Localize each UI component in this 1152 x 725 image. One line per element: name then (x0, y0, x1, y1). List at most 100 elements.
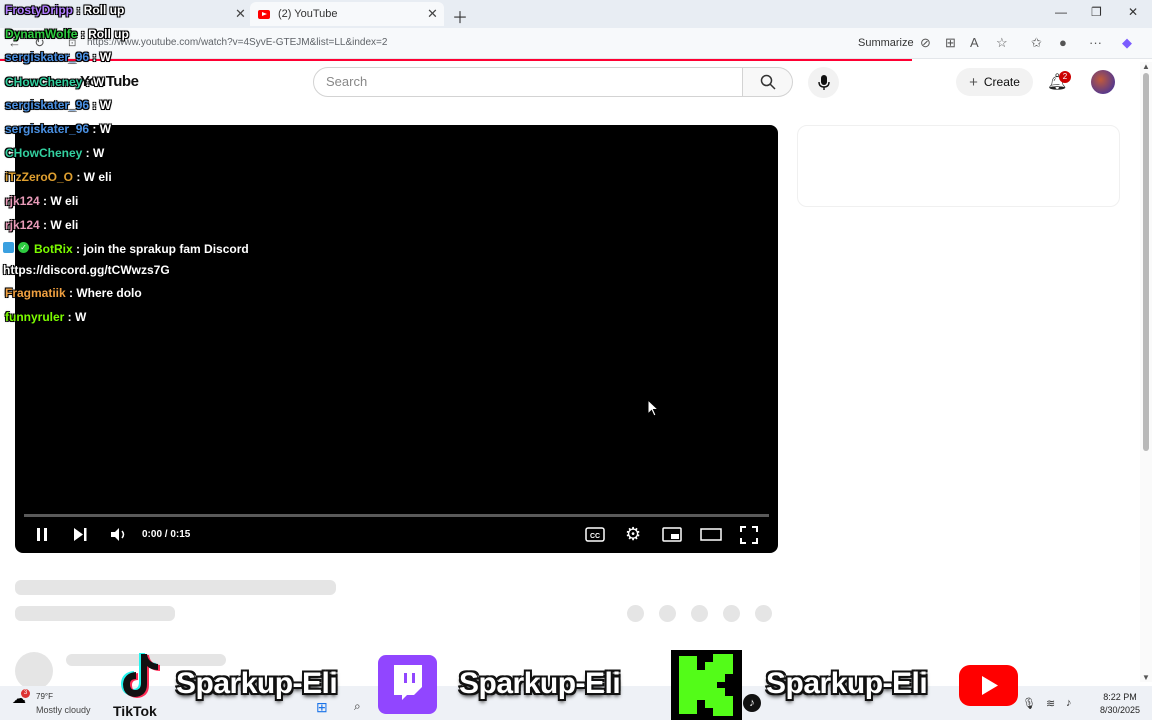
more-menu-icon[interactable]: ··· (1089, 35, 1102, 50)
action-skeleton (723, 605, 740, 622)
action-skeleton (659, 605, 676, 622)
chat-username: funnyruler (5, 310, 65, 324)
close-tab-icon[interactable]: ✕ (427, 6, 438, 22)
chat-username: rjk124 (5, 194, 40, 208)
title-skeleton (15, 580, 336, 595)
verified-check-icon: ✓ (18, 242, 29, 253)
kick-logo-icon (671, 650, 742, 720)
minimize-icon[interactable]: — (1055, 5, 1067, 19)
reading-mode-icon[interactable]: ⊘ (920, 35, 931, 51)
volume-icon[interactable] (110, 527, 128, 542)
chat-username: CHowCheney (5, 146, 83, 160)
clock-time: 8:22 PM (1103, 692, 1137, 702)
read-aloud-icon[interactable]: A (970, 35, 979, 50)
apps-icon[interactable]: ⊞ (945, 35, 956, 51)
favorite-star-icon[interactable]: ☆ (996, 35, 1008, 51)
url-field[interactable]: https://www.youtube.com/watch?v=4SyvE-GT… (87, 37, 387, 48)
wifi-icon[interactable]: ≋ (1046, 697, 1055, 710)
chat-text: https://discord.gg/tCWwzs7G (3, 263, 170, 277)
plus-icon: + (969, 73, 978, 91)
seek-bar[interactable] (24, 514, 769, 517)
summarize-button[interactable]: Summarize (858, 37, 914, 49)
notification-badge: 2 (1059, 71, 1071, 83)
chat-text: : W eli (39, 218, 79, 232)
chat-message: funnyruler : W (5, 310, 86, 324)
chat-username: sergiskater_96 (5, 122, 90, 136)
chat-text: : W (82, 75, 105, 89)
chat-message: BotRix : join the sprakup fam Discord (34, 242, 249, 256)
chat-username: rjk124 (5, 218, 40, 232)
speaker-icon[interactable]: ♪ (1066, 697, 1072, 709)
handle-youtube: Sparkup-Eli (766, 667, 928, 700)
tiktok-app-icon[interactable]: ♪ (743, 694, 761, 712)
search-input[interactable] (313, 67, 743, 97)
chat-message: FrostyDripp : Roll up (5, 3, 124, 17)
theater-mode-icon[interactable] (700, 527, 722, 542)
tab-label: (2) YouTube (278, 8, 338, 20)
close-window-icon[interactable]: ✕ (1128, 5, 1138, 19)
handle-twitch: Sparkup-Eli (459, 667, 621, 700)
windows-start-icon[interactable]: ⊞ (316, 699, 328, 716)
mic-tray-icon[interactable]: 🎙︎ (1022, 697, 1036, 710)
chat-message: DynamWolfe : Roll up (5, 27, 129, 41)
miniplayer-icon[interactable] (662, 527, 682, 542)
avatar[interactable] (1091, 70, 1115, 94)
restore-icon[interactable]: ❐ (1091, 5, 1102, 19)
chat-username: iTzZeroO_O (5, 170, 74, 184)
sidebar-placeholder-card (797, 125, 1120, 207)
copilot-icon[interactable]: ◆ (1122, 35, 1132, 51)
handle-tiktok: Sparkup-Eli (176, 667, 338, 700)
chat-text: : W eli (73, 170, 112, 184)
chat-message: sergiskater_96 : W (5, 98, 111, 112)
chat-text: : Roll up (73, 3, 125, 17)
twitch-logo-icon (378, 655, 437, 714)
next-icon[interactable] (73, 527, 89, 542)
bot-badge-icon (3, 242, 14, 253)
search-button[interactable] (743, 67, 793, 97)
create-label: Create (983, 75, 1020, 89)
chat-username: BotRix (34, 242, 73, 256)
chat-username: FrostyDripp (5, 3, 74, 17)
chat-username: CHowCheney (5, 75, 83, 89)
chat-text: : join the sprakup fam Discord (72, 242, 249, 256)
chat-username: Fragmatiik (5, 286, 66, 300)
favorites-icon[interactable]: ✩ (1031, 35, 1042, 51)
scroll-up-icon[interactable]: ▲ (1142, 62, 1150, 71)
taskbar-clock[interactable]: 8:22 PM 8/30/2025 (1100, 691, 1140, 717)
page-load-progress (0, 59, 912, 61)
voice-search-button[interactable] (808, 67, 839, 98)
mouse-cursor-icon (647, 399, 660, 417)
youtube-favicon-icon (258, 9, 270, 19)
chat-text: : Where dolo (65, 286, 142, 300)
tab-youtube[interactable]: (2) YouTube (250, 2, 444, 26)
video-player[interactable] (15, 125, 778, 553)
action-skeleton (627, 605, 644, 622)
scrollbar-thumb[interactable] (1143, 73, 1149, 451)
chat-message: rjk124 : W eli (5, 194, 78, 208)
tiktok-logo-icon (121, 653, 160, 698)
settings-gear-icon[interactable]: ⚙ (625, 524, 641, 545)
action-skeleton (755, 605, 772, 622)
action-skeleton (691, 605, 708, 622)
chat-message: sergiskater_96 : W (5, 122, 111, 136)
chat-username: sergiskater_96 (5, 50, 90, 64)
close-tab-icon[interactable]: ✕ (235, 6, 246, 22)
svg-text:CC: CC (590, 533, 600, 540)
taskbar-search-icon[interactable]: ⌕ (354, 699, 361, 714)
chat-message: rjk124 : W eli (5, 218, 78, 232)
chat-text: : W (89, 98, 112, 112)
channel-skeleton (15, 606, 175, 621)
captions-icon[interactable]: CC (585, 527, 605, 542)
chat-username: DynamWolfe (5, 27, 78, 41)
pause-icon[interactable] (35, 527, 49, 542)
avatar-skeleton (15, 652, 53, 690)
scroll-down-icon[interactable]: ▼ (1142, 673, 1150, 682)
profile-icon[interactable]: ● (1059, 35, 1067, 50)
chat-message: sergiskater_96 : W (5, 50, 111, 64)
chat-text: : W eli (39, 194, 79, 208)
fullscreen-icon[interactable] (740, 526, 758, 544)
chat-message: CHowCheney : W (5, 75, 104, 89)
create-button[interactable]: + Create (956, 68, 1033, 96)
new-tab-icon[interactable]: ＋ (452, 4, 468, 28)
chat-message: iTzZeroO_O : W eli (5, 170, 112, 184)
